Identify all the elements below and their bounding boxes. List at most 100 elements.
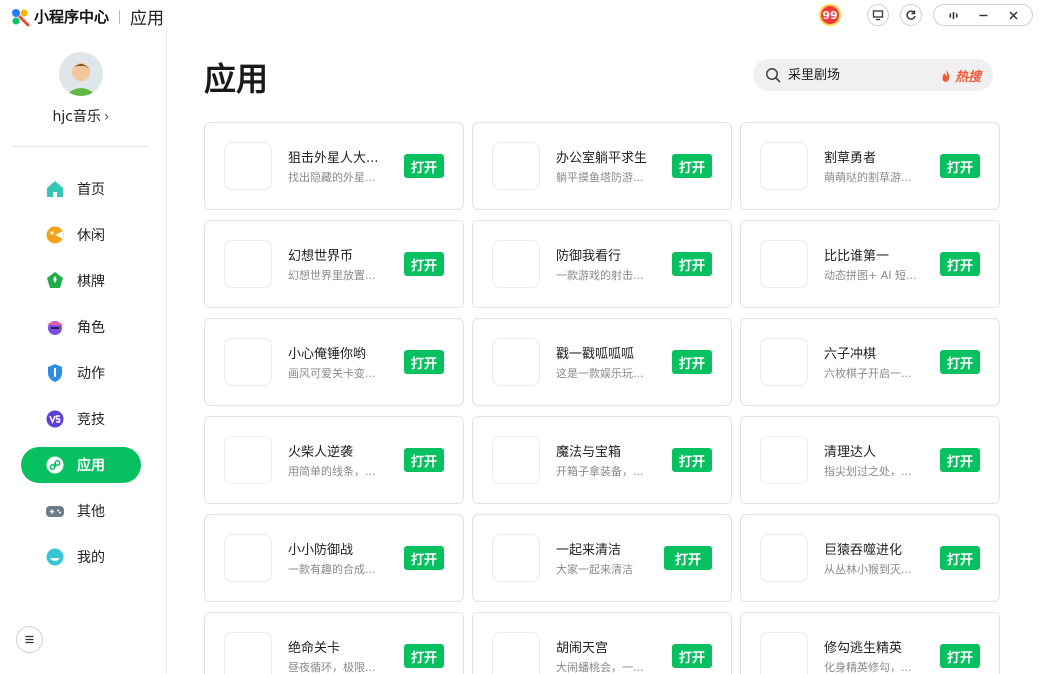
open-button[interactable]: 打开: [404, 546, 444, 570]
sidebar-item-mine[interactable]: 我的: [21, 539, 141, 575]
app-card[interactable]: 六子冲棋 六枚棋子开启一... 打开: [740, 318, 1000, 406]
app-thumbnail[interactable]: [760, 142, 808, 190]
app-thumbnail[interactable]: [760, 534, 808, 582]
app-description: 指尖划过之处，...: [824, 465, 912, 478]
app-thumbnail[interactable]: [224, 534, 272, 582]
sidebar-item-label: 首页: [77, 182, 105, 198]
open-button[interactable]: 打开: [404, 644, 444, 668]
app-card[interactable]: 狙击外星人大... 找出隐藏的外星... 打开: [204, 122, 464, 210]
app-card[interactable]: 戳一戳呱呱呱 这是一款娱乐玩... 打开: [472, 318, 732, 406]
open-button[interactable]: 打开: [672, 154, 712, 178]
open-button[interactable]: 打开: [940, 644, 980, 668]
search-input[interactable]: [788, 67, 928, 83]
monitor-button[interactable]: [867, 4, 889, 26]
app-card[interactable]: 小心俺锤你哟 画风可爱关卡变... 打开: [204, 318, 464, 406]
refresh-icon: [906, 10, 916, 20]
app-thumbnail[interactable]: [760, 436, 808, 484]
scrollbar[interactable]: [1035, 30, 1041, 674]
refresh-button[interactable]: [900, 4, 922, 26]
app-card[interactable]: 幻想世界币 幻想世界里放置... 打开: [204, 220, 464, 308]
open-button[interactable]: 打开: [672, 644, 712, 668]
app-thumbnail[interactable]: [760, 240, 808, 288]
app-card[interactable]: 割草勇者 萌萌哒的割草游... 打开: [740, 122, 1000, 210]
open-button[interactable]: 打开: [940, 350, 980, 374]
open-button[interactable]: 打开: [672, 448, 712, 472]
search-bar[interactable]: 热搜: [753, 59, 993, 91]
app-thumbnail[interactable]: [492, 534, 540, 582]
app-thumbnail[interactable]: [760, 632, 808, 674]
open-button[interactable]: 打开: [672, 252, 712, 276]
app-card[interactable]: 魔法与宝箱 开箱子拿装备，... 打开: [472, 416, 732, 504]
app-thumbnail[interactable]: [224, 436, 272, 484]
sidebar-item-versus[interactable]: 竞技: [21, 401, 141, 437]
app-name: 割草勇者: [824, 151, 877, 166]
app-thumbnail[interactable]: [224, 632, 272, 674]
app-card[interactable]: 办公室躺平求生 躺平摸鱼塔防游... 打开: [472, 122, 732, 210]
app-thumbnail[interactable]: [492, 142, 540, 190]
app-card[interactable]: 比比谁第一 动态拼图+ AI 短... 打开: [740, 220, 1000, 308]
app-thumbnail[interactable]: [492, 436, 540, 484]
open-button[interactable]: 打开: [404, 350, 444, 374]
window-controls: [933, 4, 1033, 26]
more-button[interactable]: [938, 5, 968, 25]
notification-badge[interactable]: 99: [819, 4, 841, 26]
app-description: 从丛林小猴到灭...: [824, 563, 912, 576]
open-button[interactable]: 打开: [672, 350, 712, 374]
app-card[interactable]: 小小防御战 一款有趣的合成... 打开: [204, 514, 464, 602]
sidebar-item-role[interactable]: 角色: [21, 309, 141, 345]
sidebar-item-cards[interactable]: 棋牌: [21, 263, 141, 299]
sidebar-item-casual[interactable]: 休闲: [21, 217, 141, 253]
hot-search-label: 热搜: [954, 70, 981, 85]
collapse-sidebar-button[interactable]: [16, 626, 43, 653]
app-card[interactable]: 绝命关卡 昼夜循环，极限... 打开: [204, 612, 464, 674]
app-description: 躺平摸鱼塔防游...: [556, 171, 644, 184]
sidebar-item-label: 我的: [77, 550, 105, 566]
app-description: 用简单的线条，...: [288, 465, 376, 478]
open-button[interactable]: 打开: [940, 252, 980, 276]
app-thumbnail[interactable]: [224, 338, 272, 386]
app-card[interactable]: 清理达人指尖划过之处，... 打开: [740, 416, 1000, 504]
close-button[interactable]: [998, 5, 1028, 25]
app-card[interactable]: 火柴人逆袭 用简单的线条，... 打开: [204, 416, 464, 504]
app-name: 狙击外星人大...: [288, 151, 379, 166]
app-description: 这是一款娱乐玩...: [556, 367, 644, 380]
app-card[interactable]: 防御我看行 一款游戏的射击... 打开: [472, 220, 732, 308]
app-thumbnail[interactable]: [224, 240, 272, 288]
sidebar-item-other[interactable]: 其他: [21, 493, 141, 529]
app-name: 清理达人: [824, 445, 877, 460]
app-grid: 狙击外星人大... 找出隐藏的外星... 打开 办公室躺平求生 躺平摸鱼塔防游... 打开…: [204, 122, 1000, 674]
username-text: hjc音乐: [52, 109, 101, 125]
open-button[interactable]: 打开: [404, 448, 444, 472]
sidebar-item-apps[interactable]: 应用: [21, 447, 141, 483]
app-card[interactable]: 修勾逃生精英 化身精英修勾，... 打开: [740, 612, 1000, 674]
app-description: 幻想世界里放置...: [288, 269, 376, 282]
minimize-button[interactable]: [968, 5, 998, 25]
close-icon: [1008, 10, 1018, 20]
open-button[interactable]: 打开: [940, 546, 980, 570]
app-description: 昼夜循环，极限...: [288, 661, 376, 674]
sidebar-item-home[interactable]: 首页: [21, 171, 141, 207]
open-button[interactable]: 打开: [404, 154, 444, 178]
minimize-icon: [979, 14, 987, 16]
app-card[interactable]: 巨猿吞噬进化 从丛林小猴到灭... 打开: [740, 514, 1000, 602]
open-button[interactable]: 打开: [940, 448, 980, 472]
app-name: 魔法与宝箱: [556, 445, 622, 460]
sidebar-item-label: 应用: [77, 458, 105, 474]
username[interactable]: hjc音乐 ›: [0, 106, 162, 126]
hot-search-link[interactable]: 热搜: [939, 66, 981, 85]
sidebar-item-action[interactable]: 动作: [21, 355, 141, 391]
app-thumbnail[interactable]: [224, 142, 272, 190]
app-thumbnail[interactable]: [492, 632, 540, 674]
app-thumbnail[interactable]: [760, 338, 808, 386]
sidebar-item-label: 角色: [77, 320, 105, 336]
app-name: 一起来清洁: [556, 543, 622, 558]
open-button[interactable]: 打开: [664, 546, 712, 570]
open-button[interactable]: 打开: [404, 252, 444, 276]
app-name: 小程序中心: [34, 8, 110, 26]
avatar[interactable]: [59, 52, 103, 96]
open-button[interactable]: 打开: [940, 154, 980, 178]
app-card[interactable]: 胡闹天宫 大闹蟠桃会，一... 打开: [472, 612, 732, 674]
app-thumbnail[interactable]: [492, 240, 540, 288]
app-card[interactable]: 一起来清洁 大家一起来清洁 打开: [472, 514, 732, 602]
app-thumbnail[interactable]: [492, 338, 540, 386]
